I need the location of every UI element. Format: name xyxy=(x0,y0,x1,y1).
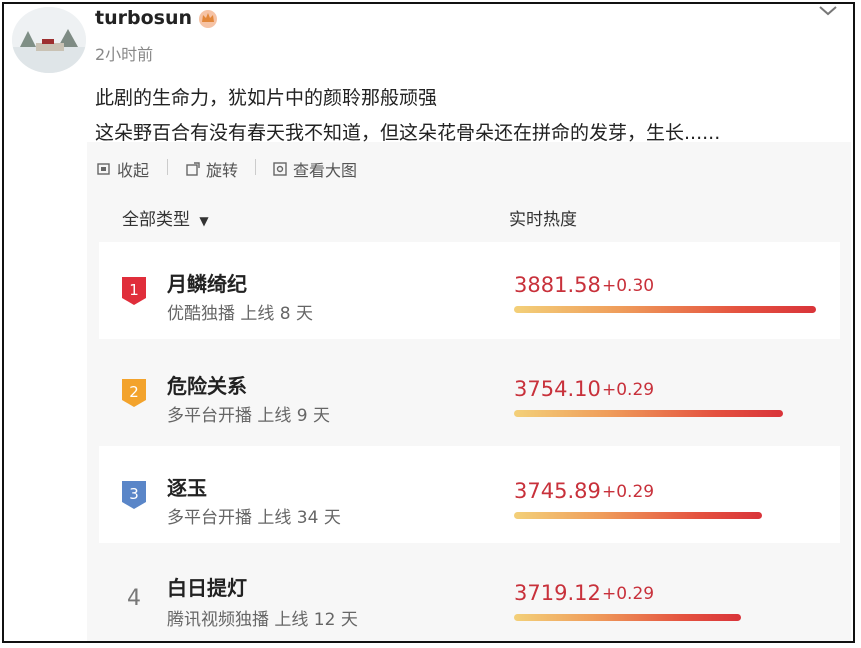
rotate-icon xyxy=(186,162,200,176)
svg-text:3: 3 xyxy=(129,485,139,503)
svg-text:2: 2 xyxy=(129,383,139,401)
ranking-row[interactable]: 4 白日提灯 腾讯视频独播 上线 12 天 3719.12 +0.29 xyxy=(99,548,840,641)
heat-score: 3745.89 xyxy=(514,479,601,503)
view-large-label: 查看大图 xyxy=(293,161,358,180)
ranking-row[interactable]: 3 逐玉 多平台开播 上线 34 天 3745.89 +0.29 xyxy=(99,446,840,543)
drama-info: 腾讯视频独播 上线 12 天 xyxy=(167,610,358,630)
post-text-line-2: 这朵野百合有没有春天我不知道，但这朵花骨朵还在拼命的发芽，生长...... xyxy=(95,122,721,144)
caret-down-icon: ▼ xyxy=(199,214,209,228)
heat-delta: +0.29 xyxy=(602,380,655,400)
drama-title: 危险关系 xyxy=(167,374,247,398)
avatar[interactable] xyxy=(12,7,86,73)
rank-badge-icon: 2 xyxy=(122,379,146,407)
heat-bar xyxy=(514,614,741,621)
heat-delta: +0.29 xyxy=(602,482,655,502)
chevron-down-icon[interactable] xyxy=(817,4,839,18)
drama-title: 逐玉 xyxy=(167,476,207,500)
drama-info: 优酷独播 上线 8 天 xyxy=(167,304,314,324)
crown-badge-icon xyxy=(199,10,217,28)
heat-bar xyxy=(514,306,816,313)
heat-delta: +0.29 xyxy=(602,584,655,604)
ranking-row[interactable]: 1 月鳞绮纪 优酷独播 上线 8 天 3881.58 +0.30 xyxy=(99,242,840,339)
drama-title: 月鳞绮纪 xyxy=(167,272,247,296)
post-time: 2小时前 xyxy=(95,45,154,64)
collapse-label: 收起 xyxy=(117,161,150,180)
post-text-line-1: 此剧的生命力，犹如片中的颜聆那般顽强 xyxy=(95,87,438,109)
heat-bar xyxy=(514,410,783,417)
username[interactable]: turbosun xyxy=(95,7,192,29)
heat-bar xyxy=(514,512,762,519)
drama-info: 多平台开播 上线 34 天 xyxy=(167,508,341,528)
collapse-icon xyxy=(97,163,110,175)
collapse-button[interactable]: 收起 xyxy=(96,157,149,181)
view-large-button[interactable]: 查看大图 xyxy=(272,157,357,181)
realtime-heat-header: 实时热度 xyxy=(509,210,577,230)
toolbar-divider xyxy=(167,159,168,175)
type-filter-dropdown[interactable]: 全部类型 ▼ xyxy=(122,205,209,230)
toolbar-divider xyxy=(255,159,256,175)
rank-badge-icon: 3 xyxy=(122,481,146,509)
heat-score: 3881.58 xyxy=(514,273,601,297)
svg-text:1: 1 xyxy=(129,281,139,299)
rotate-button[interactable]: 旋转 xyxy=(185,157,238,181)
rank-number: 4 xyxy=(127,586,141,611)
view-large-icon xyxy=(273,162,287,176)
drama-info: 多平台开播 上线 9 天 xyxy=(167,406,331,426)
heat-delta: +0.30 xyxy=(602,276,655,296)
rank-badge-icon: 1 xyxy=(122,277,146,305)
heat-score: 3754.10 xyxy=(514,377,601,401)
ranking-row[interactable]: 2 危险关系 多平台开播 上线 9 天 3754.10 +0.29 xyxy=(99,344,840,441)
rotate-label: 旋转 xyxy=(206,161,239,180)
type-filter-label: 全部类型 xyxy=(122,210,190,230)
heat-score: 3719.12 xyxy=(514,581,601,605)
drama-title: 白日提灯 xyxy=(167,576,247,600)
post-card: turbosun 2小时前 此剧的生命力，犹如片中的颜聆那般顽强 这朵野百合有没… xyxy=(2,2,855,643)
